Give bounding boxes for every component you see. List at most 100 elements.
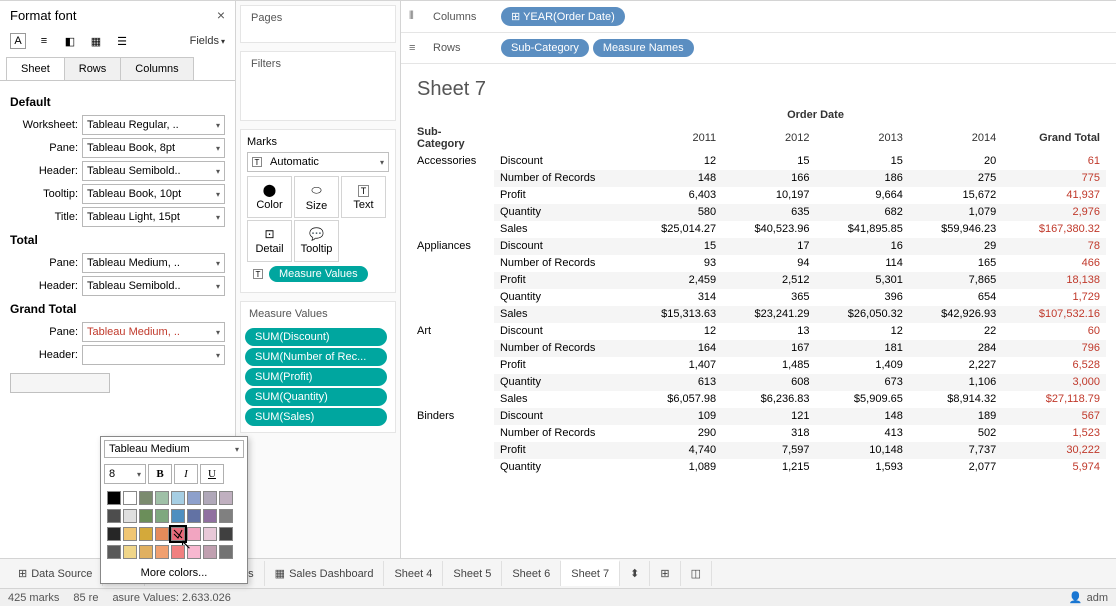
pages-shelf[interactable]: Pages <box>240 5 396 43</box>
font-select[interactable]: Tableau Semibold..▾ <box>82 276 225 296</box>
color-swatch[interactable] <box>171 491 185 505</box>
color-swatch[interactable] <box>203 491 217 505</box>
close-icon[interactable]: × <box>217 7 225 23</box>
borders-icon[interactable]: ▦ <box>88 33 104 49</box>
section-default: Default <box>10 95 225 109</box>
mark-tooltip-button[interactable]: 💬Tooltip <box>294 220 339 262</box>
mark-color-button[interactable]: ⬤Color <box>247 176 292 218</box>
tab-columns[interactable]: Columns <box>120 57 193 80</box>
font-family-select[interactable]: Tableau Medium▾ <box>104 440 244 458</box>
measure-pill[interactable]: SUM(Discount) <box>245 328 387 346</box>
sheet-tab[interactable]: Sheet 5 <box>443 561 502 586</box>
color-swatch[interactable] <box>123 545 137 559</box>
underline-button[interactable]: U <box>200 464 224 484</box>
columns-shelf[interactable]: ⦀ Columns ⊞ YEAR(Order Date) <box>401 1 1116 33</box>
mark-type-select[interactable]: T Automatic ▾ <box>247 152 389 172</box>
rows-shelf[interactable]: ≡ Rows Sub-CategoryMeasure Names <box>401 33 1116 64</box>
color-swatch[interactable] <box>187 509 201 523</box>
mark-size-button[interactable]: ⬭Size <box>294 176 339 218</box>
color-swatch[interactable] <box>155 545 169 559</box>
color-swatch[interactable] <box>155 491 169 505</box>
italic-button[interactable]: I <box>174 464 198 484</box>
new-worksheet-icon[interactable]: ⬍ <box>620 561 650 586</box>
color-swatch[interactable] <box>171 509 185 523</box>
font-select[interactable]: Tableau Medium, ..▾ <box>82 322 225 342</box>
new-story-icon[interactable]: ◫ <box>681 561 712 586</box>
row-pill[interactable]: Measure Names <box>593 39 694 57</box>
color-swatch[interactable] <box>107 509 121 523</box>
data-source-icon: ⊞ <box>18 567 27 580</box>
measure-values-pill[interactable]: Measure Values <box>269 266 368 282</box>
color-swatch[interactable] <box>203 545 217 559</box>
color-swatch[interactable] <box>187 491 201 505</box>
color-swatch[interactable] <box>123 491 137 505</box>
font-a-icon[interactable]: A <box>10 33 26 49</box>
color-swatch[interactable] <box>203 509 217 523</box>
measure-pill[interactable]: SUM(Profit) <box>245 368 387 386</box>
more-colors-link[interactable]: More colors... <box>101 563 247 583</box>
color-swatch[interactable] <box>219 509 233 523</box>
cards-pane: Pages Filters Marks T Automatic ▾ ⬤Color… <box>236 1 401 558</box>
color-swatch[interactable] <box>219 545 233 559</box>
table-row: AppliancesDiscount1517162978 <box>411 238 1106 255</box>
tab-rows[interactable]: Rows <box>64 57 122 80</box>
mark-text-button[interactable]: TText <box>341 176 386 218</box>
new-dashboard-icon[interactable]: ⊞ <box>650 561 680 586</box>
color-swatch[interactable] <box>155 509 169 523</box>
color-swatch[interactable] <box>219 491 233 505</box>
color-swatch[interactable] <box>139 527 153 541</box>
column-pill[interactable]: ⊞ YEAR(Order Date) <box>501 7 625 26</box>
font-select[interactable]: ▾ <box>82 345 225 365</box>
shading-icon[interactable]: ◧ <box>62 33 78 49</box>
table-row: ArtDiscount1213122260 <box>411 323 1106 340</box>
measure-pill[interactable]: SUM(Quantity) <box>245 388 387 406</box>
font-select[interactable]: Tableau Regular, ..▾ <box>82 115 225 135</box>
color-swatch[interactable] <box>107 545 121 559</box>
mark-detail-button[interactable]: ⊡Detail <box>247 220 292 262</box>
alignment-icon[interactable]: ≡ <box>36 33 52 49</box>
color-swatch[interactable] <box>139 545 153 559</box>
marks-card: Marks T Automatic ▾ ⬤Color⬭SizeTText⊡Det… <box>240 129 396 293</box>
color-swatch[interactable]: ↖ <box>171 527 185 541</box>
data-source-tab[interactable]: ⊞ Data Source <box>8 561 103 586</box>
form-label: Title: <box>10 211 78 223</box>
sheet-tab[interactable]: ▦ Sales Dashboard <box>265 561 385 586</box>
table-row: Quantity1,0891,2151,5932,0775,974 <box>411 459 1106 476</box>
font-select[interactable]: Tableau Medium, ..▾ <box>82 253 225 273</box>
font-select[interactable]: Tableau Semibold..▾ <box>82 161 225 181</box>
table-row: Sales$15,313.63$23,241.29$26,050.32$42,9… <box>411 306 1106 323</box>
form-label: Worksheet: <box>10 119 78 131</box>
font-size-select[interactable]: 8▾ <box>104 464 146 484</box>
form-label: Header: <box>10 349 78 361</box>
table-row: BindersDiscount109121148189567 <box>411 408 1106 425</box>
clear-button[interactable] <box>10 373 110 393</box>
color-swatch[interactable] <box>139 509 153 523</box>
sheet-tab[interactable]: Sheet 4 <box>384 561 443 586</box>
color-swatch[interactable] <box>107 527 121 541</box>
color-swatch[interactable] <box>123 527 137 541</box>
table-row: Quantity3143653966541,729 <box>411 289 1106 306</box>
fields-dropdown[interactable]: Fields ▾ <box>190 35 225 47</box>
color-swatch[interactable] <box>155 527 169 541</box>
form-label: Header: <box>10 165 78 177</box>
color-swatch[interactable] <box>139 491 153 505</box>
font-select[interactable]: Tableau Book, 8pt▾ <box>82 138 225 158</box>
filters-shelf[interactable]: Filters <box>240 51 396 121</box>
font-select[interactable]: Tableau Book, 10pt▾ <box>82 184 225 204</box>
sheet-title[interactable]: Sheet 7 <box>401 64 1116 107</box>
color-swatch[interactable] <box>203 527 217 541</box>
tab-sheet[interactable]: Sheet <box>6 57 65 80</box>
sheet-tab[interactable]: Sheet 7 <box>561 560 620 586</box>
table-row: Quantity6136086731,1063,000 <box>411 374 1106 391</box>
sheet-tab[interactable]: Sheet 6 <box>502 561 561 586</box>
color-swatch[interactable] <box>219 527 233 541</box>
measure-pill[interactable]: SUM(Sales) <box>245 408 387 426</box>
font-select[interactable]: Tableau Light, 15pt▾ <box>82 207 225 227</box>
color-swatch[interactable] <box>123 509 137 523</box>
bold-button[interactable]: B <box>148 464 172 484</box>
row-pill[interactable]: Sub-Category <box>501 39 589 57</box>
lines-icon[interactable]: ☰ <box>114 33 130 49</box>
measure-pill[interactable]: SUM(Number of Rec... <box>245 348 387 366</box>
form-label: Pane: <box>10 326 78 338</box>
color-swatch[interactable] <box>107 491 121 505</box>
